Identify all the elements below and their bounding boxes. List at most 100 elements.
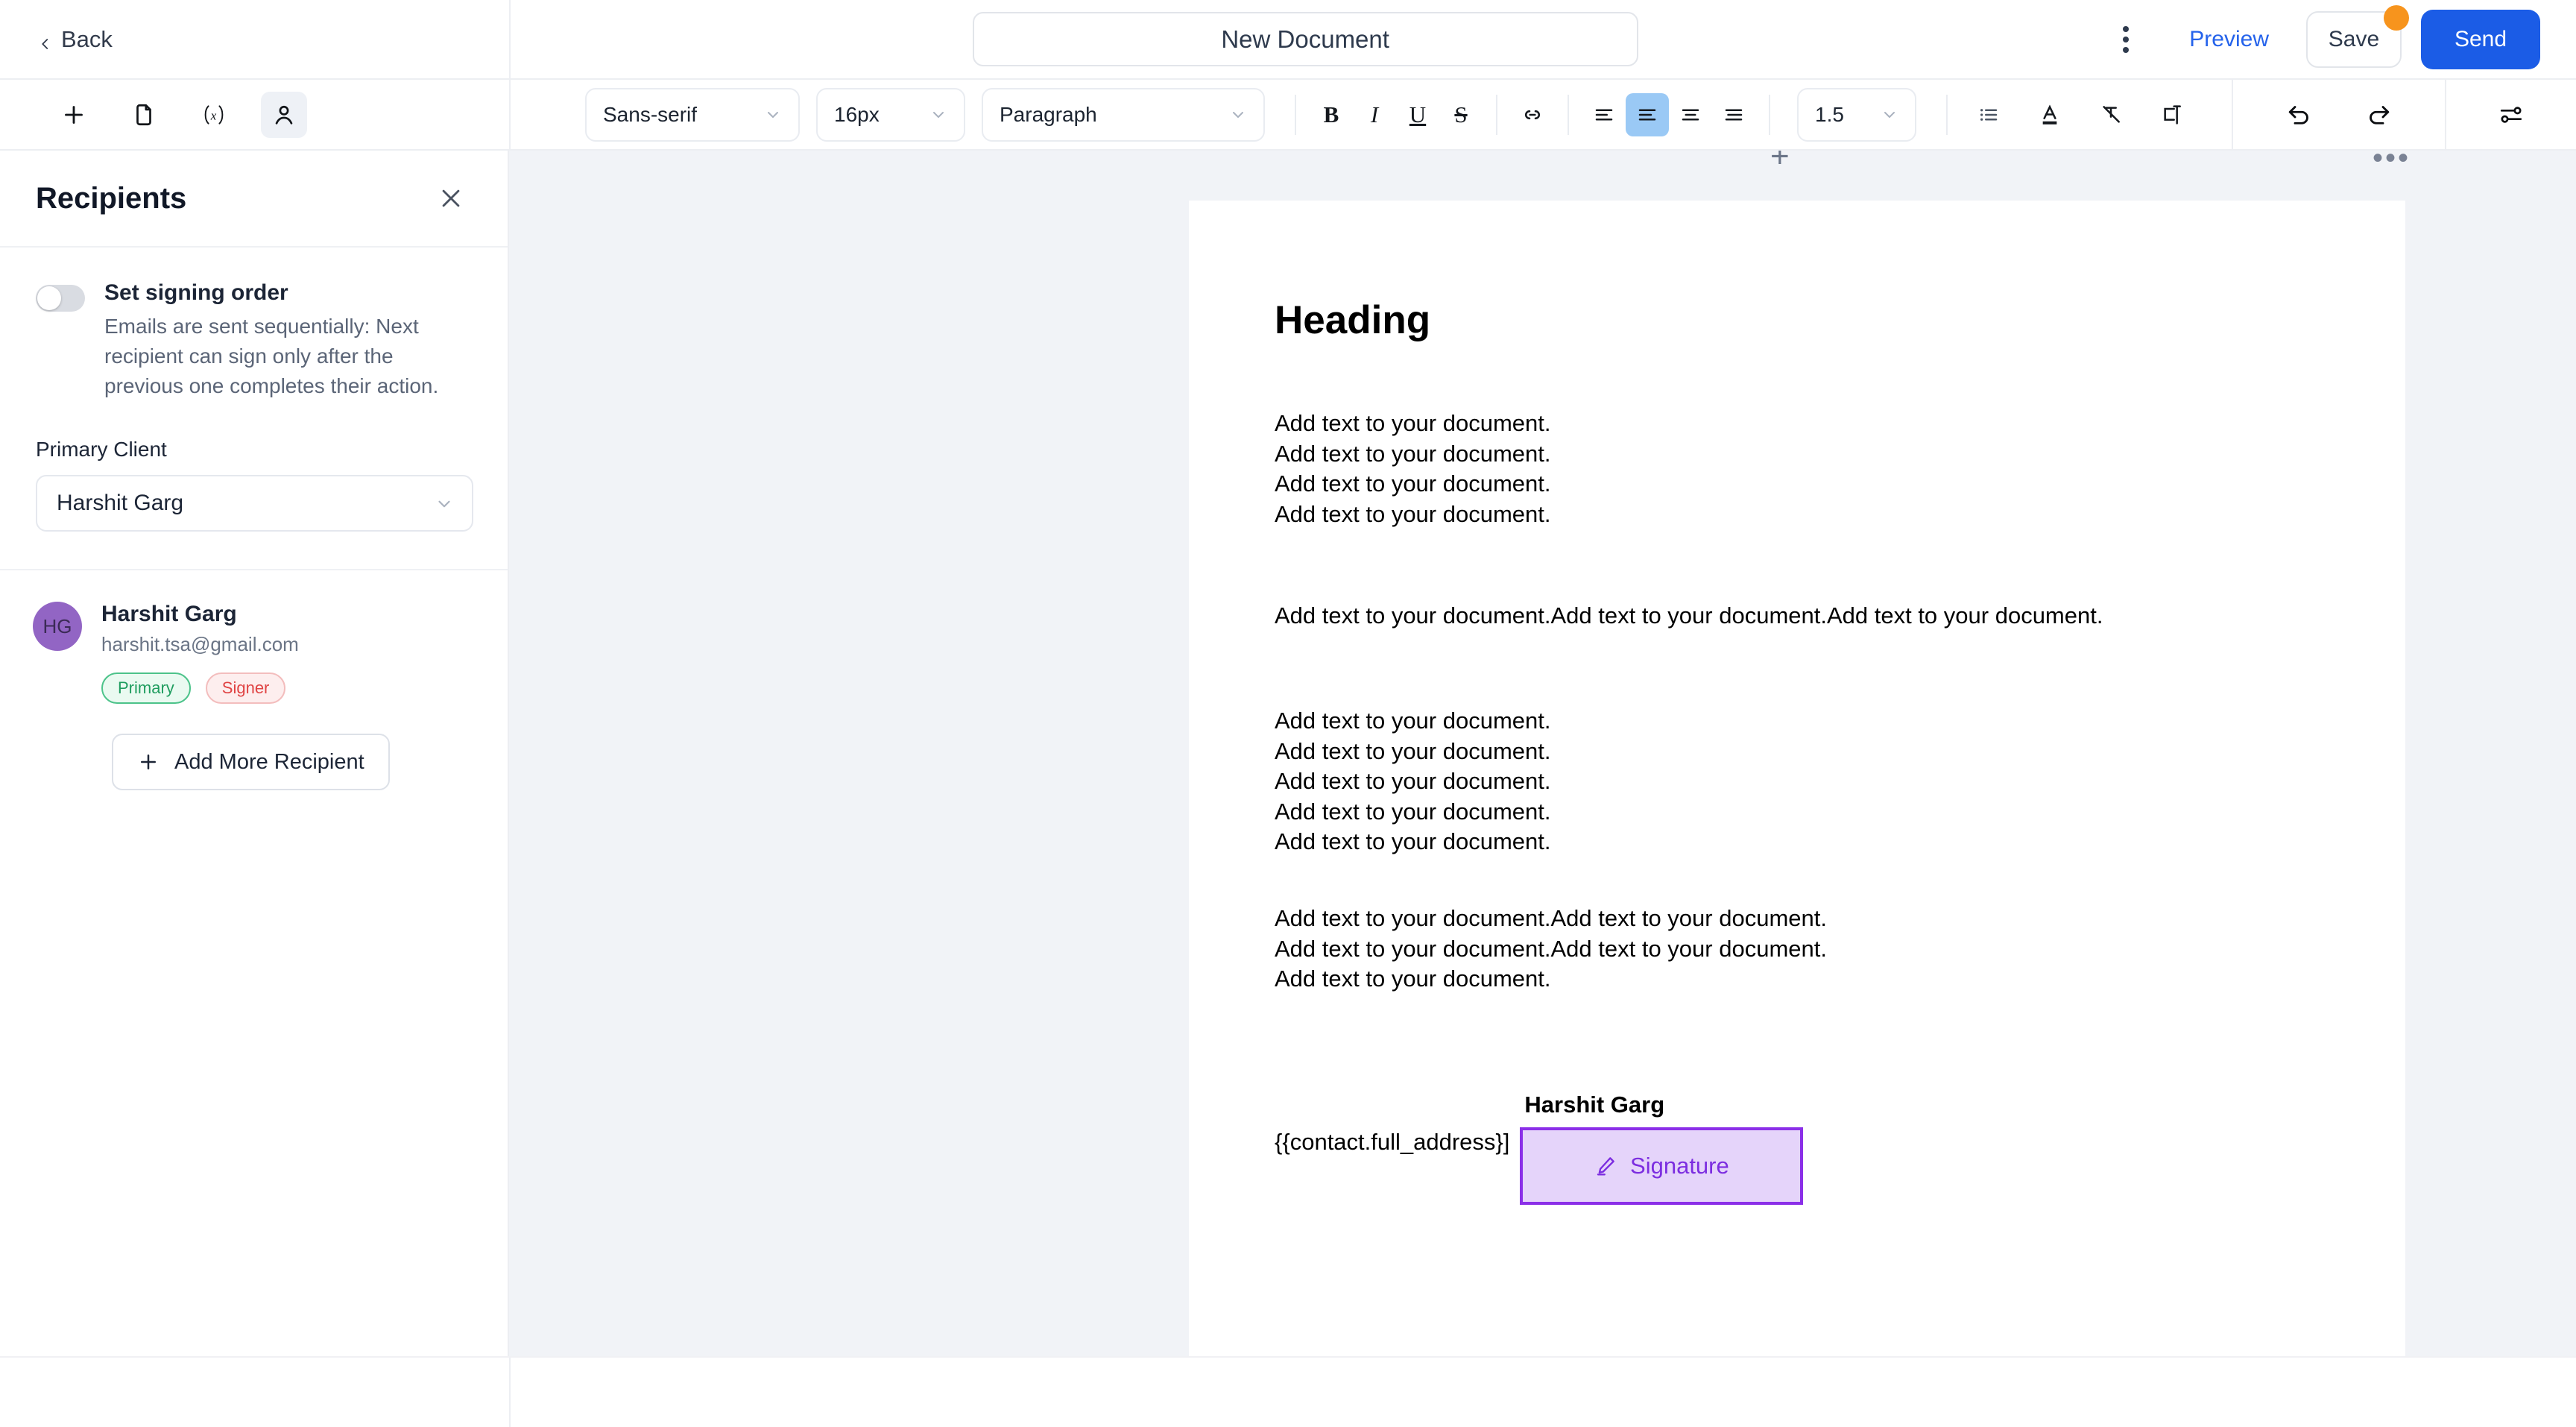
- add-more-recipient-label: Add More Recipient: [174, 749, 364, 774]
- signing-order-section: Set signing order Emails are sent sequen…: [0, 248, 508, 532]
- link-icon: [1521, 103, 1544, 127]
- page-break-button[interactable]: [2150, 93, 2194, 136]
- signing-order-label: Set signing order: [104, 280, 288, 305]
- clear-formatting-button[interactable]: [2089, 93, 2133, 136]
- document-paragraph-block-2[interactable]: Add text to your document.Add text to yo…: [1275, 601, 2320, 631]
- document-canvas[interactable]: + ••• Heading Add text to your document.…: [509, 151, 2576, 1427]
- clear-formatting-icon: [2099, 103, 2123, 127]
- primary-client-select[interactable]: Harshit Garg: [36, 475, 473, 532]
- insert-variable-button[interactable]: x: [191, 92, 237, 138]
- document-heading[interactable]: Heading: [1275, 297, 2320, 343]
- document-line: Add text to your document.: [1275, 965, 1551, 992]
- signing-order-text: Set signing order Emails are sent sequen…: [104, 280, 470, 400]
- strikethrough-label: S: [1454, 101, 1468, 127]
- panel-title: Recipients: [36, 181, 187, 215]
- kebab-dot-1: [2123, 25, 2130, 32]
- block-type-select[interactable]: Paragraph: [982, 87, 1265, 142]
- close-icon: [438, 186, 464, 211]
- font-family-value: Sans-serif: [603, 102, 698, 126]
- document-page[interactable]: Heading Add text to your document. Add t…: [1189, 201, 2405, 1427]
- insert-block-marker[interactable]: +: [1770, 151, 1790, 173]
- document-line: Add text to your document.: [1275, 828, 1551, 855]
- signature-block: Harshit Garg Signature: [1520, 1091, 1804, 1205]
- block-type-value: Paragraph: [1000, 102, 1097, 126]
- font-size-select[interactable]: 16px: [816, 87, 965, 142]
- document-paragraph-block-3[interactable]: Add text to your document. Add text to y…: [1275, 706, 2320, 857]
- align-center-icon: [1636, 104, 1658, 126]
- canvas-markers: + •••: [509, 151, 2576, 180]
- variable-icon: x: [201, 101, 227, 128]
- block-options-marker[interactable]: •••: [2373, 151, 2411, 173]
- recipients-button[interactable]: [261, 91, 307, 138]
- kebab-dot-2: [2123, 36, 2130, 42]
- save-button-wrapper: Save: [2306, 4, 2409, 68]
- add-element-button[interactable]: [51, 92, 97, 138]
- italic-label: I: [1370, 101, 1379, 127]
- unsaved-changes-badge: [2384, 4, 2409, 31]
- signature-field[interactable]: Signature: [1520, 1127, 1804, 1205]
- send-button[interactable]: Send: [2421, 9, 2540, 69]
- chevron-down-icon: [929, 106, 947, 124]
- underline-button[interactable]: U: [1396, 93, 1439, 136]
- document-paragraph-block-4[interactable]: Add text to your document.Add text to yo…: [1275, 904, 2320, 995]
- recipient-badges: Primary Signer: [101, 672, 299, 705]
- editor-bottom-strip: [0, 1356, 2576, 1427]
- align-left-button[interactable]: [1582, 93, 1626, 136]
- link-button[interactable]: [1511, 93, 1554, 136]
- text-color-icon: [2038, 103, 2062, 127]
- align-center-button[interactable]: [1626, 92, 1669, 136]
- recipient-details: Harshit Garg harshit.tsa@gmail.com Prima…: [101, 602, 299, 705]
- align-justify-button[interactable]: [1712, 93, 1755, 136]
- add-more-recipient-button[interactable]: Add More Recipient: [112, 734, 390, 791]
- chevron-down-icon: [1229, 106, 1247, 124]
- align-right-button[interactable]: [1669, 93, 1712, 136]
- undo-icon: [2286, 101, 2313, 128]
- signature-row: {{contact.full_address}] Harshit Garg Si…: [1275, 1091, 2320, 1205]
- line-height-select[interactable]: 1.5: [1797, 87, 1916, 142]
- align-justify-icon: [1723, 104, 1745, 126]
- back-button[interactable]: Back: [39, 26, 113, 53]
- italic-button[interactable]: I: [1353, 93, 1396, 136]
- font-family-select[interactable]: Sans-serif: [585, 87, 800, 142]
- document-line: Add text to your document.Add text to yo…: [1275, 602, 2103, 629]
- sliders-icon: [2498, 102, 2524, 127]
- undo-button[interactable]: [2278, 93, 2321, 136]
- document-editor-app: Back Preview Save Send: [0, 0, 2576, 1427]
- toggle-knob: [37, 286, 61, 310]
- more-options-button[interactable]: [2100, 13, 2152, 66]
- strikethrough-button[interactable]: S: [1439, 93, 1483, 136]
- plus-icon: [60, 101, 87, 128]
- bold-button[interactable]: B: [1310, 93, 1353, 136]
- underline-label: U: [1409, 101, 1427, 127]
- font-size-value: 16px: [834, 102, 880, 126]
- signature-pen-icon: [1594, 1155, 1617, 1177]
- redo-button[interactable]: [2357, 93, 2400, 136]
- signing-order-description: Emails are sent sequentially: Next recip…: [104, 315, 439, 397]
- bullet-list-button[interactable]: [1967, 93, 2010, 136]
- signing-order-row: Set signing order Emails are sent sequen…: [36, 280, 472, 400]
- document-title-input[interactable]: [972, 12, 1638, 66]
- recipients-panel-header: Recipients: [0, 151, 508, 248]
- insert-page-button[interactable]: [121, 92, 167, 138]
- editor-settings-button[interactable]: [2490, 93, 2533, 136]
- chevron-down-icon: [1881, 106, 1898, 124]
- insert-tools-group: x: [0, 80, 511, 149]
- document-line: Add text to your document.: [1275, 440, 1551, 467]
- formatting-toolbar: x Sans-serif 16px Paragraph B I U S 1.5: [0, 79, 2576, 151]
- recipient-name: Harshit Garg: [101, 602, 237, 627]
- preview-button[interactable]: Preview: [2168, 27, 2290, 52]
- document-line: Add text to your document.: [1275, 798, 1551, 825]
- add-recipient-wrapper: Add More Recipient: [0, 704, 508, 791]
- document-content[interactable]: Heading Add text to your document. Add t…: [1189, 201, 2405, 1205]
- document-paragraph-block-1[interactable]: Add text to your document. Add text to y…: [1275, 409, 2320, 529]
- bottom-strip-divider: [509, 1358, 511, 1427]
- signing-order-toggle[interactable]: [36, 285, 85, 312]
- address-merge-token[interactable]: {{contact.full_address}]: [1275, 1129, 1509, 1205]
- text-color-button[interactable]: [2028, 93, 2071, 136]
- recipient-list-item[interactable]: HG Harshit Garg harshit.tsa@gmail.com Pr…: [0, 570, 508, 705]
- close-panel-button[interactable]: [430, 177, 472, 219]
- chevron-down-icon: [435, 494, 452, 512]
